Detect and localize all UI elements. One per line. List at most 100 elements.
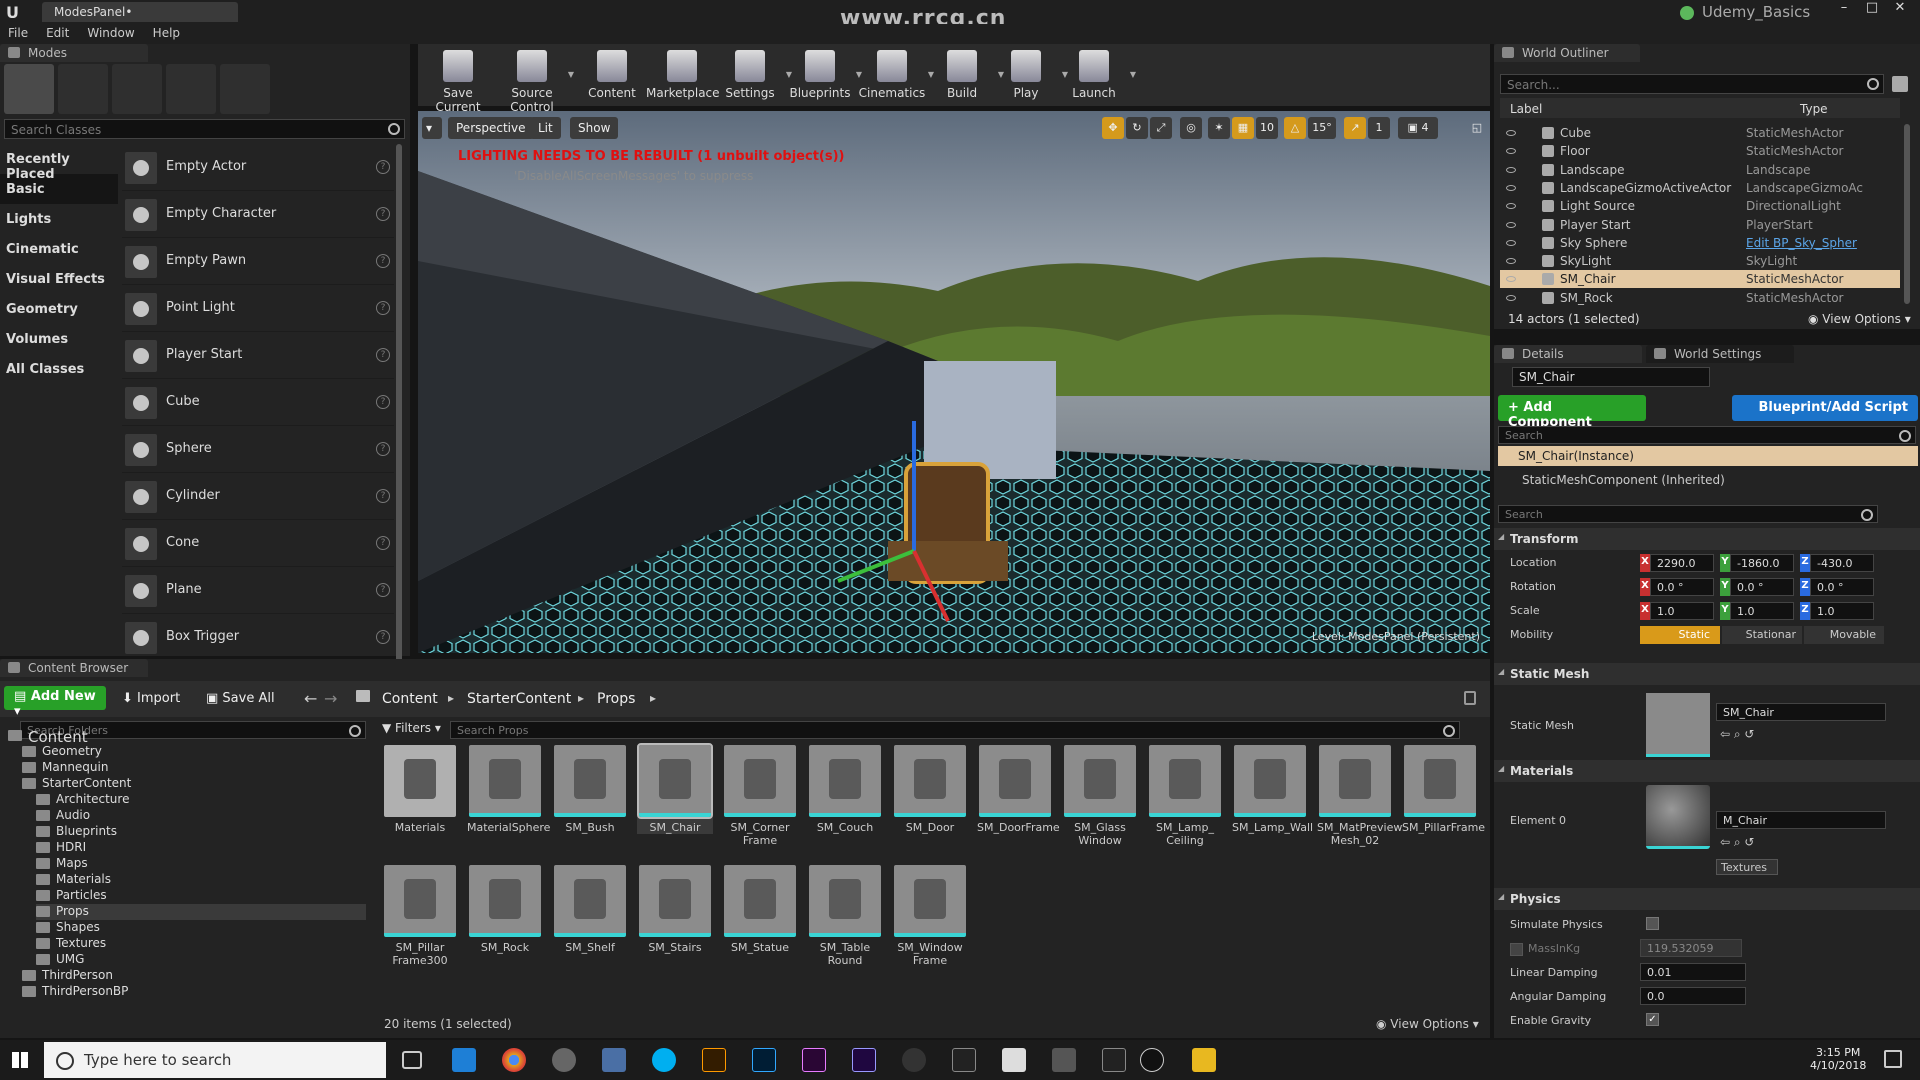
asset-tile[interactable]: SM_Table Round (807, 865, 883, 967)
visibility-eye-icon[interactable] (1506, 258, 1516, 265)
class-item-cylinder[interactable]: Cylinder? (122, 473, 394, 520)
surface-snap-icon[interactable]: ✶ (1208, 117, 1230, 139)
toolbar-cinematics-button[interactable]: Cinematics ▼ (856, 48, 934, 104)
add-new-button[interactable]: ▤ Add New ▾ (4, 686, 106, 719)
import-button[interactable]: ⬇ Import (122, 691, 180, 706)
class-item-empty-character[interactable]: Empty Character? (122, 191, 394, 238)
menu-edit[interactable]: Edit (38, 24, 79, 40)
scale-snap-value[interactable]: 1 (1368, 117, 1390, 139)
add-component-button[interactable]: + Add Component (1498, 395, 1646, 430)
asset-tile[interactable]: SM_Couch (807, 745, 883, 834)
help-icon[interactable]: ? (376, 536, 390, 550)
outliner-row[interactable]: Floor StaticMeshActor (1500, 142, 1900, 160)
lock-icon[interactable] (1464, 691, 1476, 705)
toolbar-launch-button[interactable]: Launch ▼ (1058, 48, 1136, 104)
back-arrow-icon[interactable]: ← (304, 689, 317, 708)
outliner-row[interactable]: SkyLight SkyLight (1500, 252, 1900, 270)
class-item-sphere[interactable]: Sphere? (122, 426, 394, 473)
column-label[interactable]: Label (1500, 98, 1790, 118)
save-all-button[interactable]: ▣ Save All (206, 691, 275, 706)
asset-tile[interactable]: MaterialSphere (467, 745, 550, 834)
outliner-row[interactable]: Cube StaticMeshActor (1500, 124, 1900, 142)
rot-y-field[interactable]: 0.0 ° (1730, 578, 1794, 596)
materials-section[interactable]: Materials (1494, 760, 1920, 782)
class-item-box-trigger[interactable]: Box Trigger? (122, 614, 394, 661)
outliner-row[interactable]: SM_Chair StaticMeshActor (1500, 270, 1900, 289)
grid-size[interactable]: 10 (1256, 117, 1278, 139)
actor-name-input[interactable]: SM_Chair (1512, 367, 1710, 387)
asset-tile[interactable]: SM_PillarFrame (1402, 745, 1485, 834)
static-mesh-component-row[interactable]: StaticMeshComponent (Inherited) (1522, 473, 1725, 487)
category-all-classes[interactable]: All Classes (0, 354, 118, 384)
blueprint-add-script-button[interactable]: Blueprint/Add Script (1732, 395, 1918, 421)
maximize-button[interactable]: □ (1858, 0, 1886, 22)
grid-snap-icon[interactable]: ▦ (1232, 117, 1254, 139)
outliner-row[interactable]: Light Source DirectionalLight (1500, 197, 1900, 215)
outliner-settings-icon[interactable] (1892, 76, 1908, 92)
outliner-row[interactable]: Sky Sphere Edit BP_Sky_Spher (1500, 234, 1900, 252)
help-icon[interactable]: ? (376, 254, 390, 268)
modes-tab[interactable]: Modes (0, 44, 148, 62)
location-label[interactable]: Location (1510, 556, 1557, 569)
static-mesh-thumbnail[interactable] (1646, 693, 1710, 757)
edge-icon[interactable] (452, 1048, 476, 1072)
outliner-view-options[interactable]: ◉ View Options ▾ (1808, 312, 1911, 326)
mobility-stationary-button[interactable]: Stationar (1722, 626, 1802, 644)
toolbar-marketplace-button[interactable]: Marketplace (646, 48, 720, 104)
asset-tile[interactable]: SM_Corner Frame (722, 745, 798, 847)
visibility-eye-icon[interactable] (1506, 184, 1516, 191)
world-local-icon[interactable]: ◎ (1180, 117, 1202, 139)
scl-y-field[interactable]: 1.0 (1730, 602, 1794, 620)
geometry-mode-icon[interactable] (220, 64, 270, 114)
material-browse-icon[interactable]: ⇦ ⌕ ↺ (1720, 835, 1754, 850)
visibility-eye-icon[interactable] (1506, 148, 1516, 155)
search-props-input[interactable]: Search Props (450, 721, 1460, 739)
loc-y-field[interactable]: -1860.0 (1730, 554, 1794, 572)
simulate-physics-checkbox[interactable] (1646, 917, 1659, 930)
show-button[interactable]: Show (570, 117, 619, 139)
column-type[interactable]: Type (1790, 98, 1900, 118)
category-visual-effects[interactable]: Visual Effects (0, 264, 118, 294)
class-item-empty-pawn[interactable]: Empty Pawn? (122, 238, 394, 285)
asset-tile[interactable]: SM_Rock (467, 865, 543, 954)
outliner-row[interactable]: Player Start PlayerStart (1500, 216, 1900, 234)
epic-games-icon[interactable] (1102, 1048, 1126, 1072)
after-effects-icon[interactable] (852, 1048, 876, 1072)
class-item-player-start[interactable]: Player Start? (122, 332, 394, 379)
toolbar-settings-button[interactable]: Settings ▼ (714, 48, 792, 104)
asset-tile[interactable]: SM_Bush (552, 745, 628, 834)
windows-start-icon[interactable] (12, 1052, 28, 1068)
asset-tile[interactable]: SM_Door (892, 745, 968, 834)
menu-file[interactable]: File (0, 24, 38, 40)
landscape-mode-icon[interactable] (112, 64, 162, 114)
mail-icon[interactable] (1002, 1048, 1026, 1072)
asset-tile[interactable]: Materials (382, 745, 458, 834)
asset-tile[interactable]: SM_Glass Window (1062, 745, 1138, 847)
translate-icon[interactable]: ✥ (1102, 117, 1124, 139)
static-mesh-dropdown[interactable]: SM_Chair (1716, 703, 1886, 721)
asset-tile[interactable]: SM_MatPreview Mesh_02 (1317, 745, 1402, 847)
chrome-icon[interactable] (502, 1048, 526, 1072)
lit-button[interactable]: Lit (530, 117, 561, 139)
component-instance-row[interactable]: SM_Chair(Instance) (1498, 446, 1918, 466)
linear-damping-field[interactable]: 0.01 (1640, 963, 1746, 981)
asset-tile[interactable]: SM_DoorFrame (977, 745, 1060, 834)
asset-tile[interactable]: SM_Shelf (552, 865, 628, 954)
rot-x-field[interactable]: 0.0 ° (1650, 578, 1714, 596)
class-item-empty-actor[interactable]: Empty Actor? (122, 144, 394, 191)
scale-icon[interactable]: ⤢ (1150, 117, 1172, 139)
help-icon[interactable]: ? (376, 630, 390, 644)
filters-button[interactable]: ▼ Filters ▾ (382, 721, 441, 735)
rotation-snap-value[interactable]: 15° (1308, 117, 1336, 139)
chevron-down-icon[interactable]: ▼ (568, 70, 574, 79)
outliner-search-input[interactable]: Search... (1500, 74, 1884, 94)
transform-section[interactable]: Transform (1494, 528, 1920, 550)
visibility-eye-icon[interactable] (1506, 221, 1516, 228)
taskbar-clock[interactable]: 3:15 PM 4/10/2018 (1810, 1046, 1866, 1072)
enable-gravity-checkbox[interactable]: ✓ (1646, 1013, 1659, 1026)
modes-scrollbar[interactable] (396, 144, 402, 664)
help-icon[interactable]: ? (376, 395, 390, 409)
breadcrumb-content[interactable]: Content (382, 691, 438, 707)
toolbar-blueprints-button[interactable]: Blueprints ▼ (784, 48, 862, 104)
loc-z-field[interactable]: -430.0 (1810, 554, 1874, 572)
